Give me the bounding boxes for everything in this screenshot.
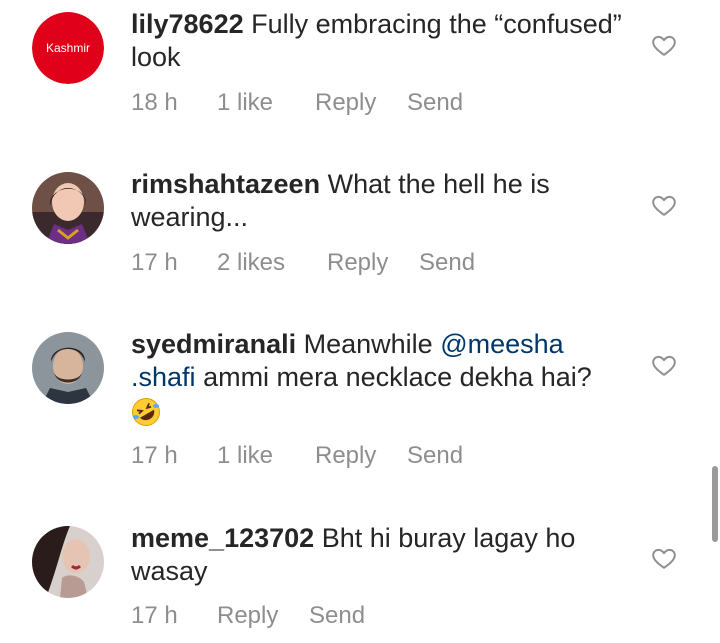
comment-time: 17 h (131, 602, 178, 629)
avatar[interactable] (32, 172, 104, 244)
profile-photo (32, 172, 104, 244)
comment-time: 17 h (131, 249, 178, 276)
scrollbar[interactable] (712, 466, 718, 542)
likes-count-link[interactable]: 1 like (217, 89, 273, 117)
like-heart-icon[interactable] (651, 192, 677, 218)
reply-button[interactable]: Reply (327, 249, 388, 277)
avatar[interactable] (32, 332, 104, 404)
kashmir-logo-avatar: Kashmir (32, 12, 104, 84)
comment-text: lily78622 Fully embracing the “confused”… (131, 8, 631, 74)
comment-time: 17 h (131, 442, 178, 469)
send-button[interactable]: Send (309, 602, 365, 630)
likes-count-link[interactable]: 2 likes (217, 249, 285, 277)
likes-count-link[interactable]: 1 like (217, 442, 273, 470)
like-heart-icon[interactable] (651, 32, 677, 58)
comment-time: 18 h (131, 89, 178, 116)
like-heart-icon[interactable] (651, 352, 677, 378)
avatar-label: Kashmir (46, 41, 90, 55)
comment-username[interactable]: lily78622 (131, 9, 244, 39)
send-button[interactable]: Send (419, 249, 475, 277)
reply-button[interactable]: Reply (315, 442, 376, 470)
avatar[interactable] (32, 526, 104, 598)
comment-text: meme_123702 Bht hi buray lagay ho wasay (131, 522, 631, 588)
send-button[interactable]: Send (407, 89, 463, 117)
comment-body: Meanwhile (303, 329, 433, 359)
comment-username[interactable]: rimshahtazeen (131, 169, 320, 199)
comment-text: syedmiranali Meanwhile @meesha .shafi am… (131, 328, 631, 427)
reply-button[interactable]: Reply (315, 89, 376, 117)
rolling-on-floor-laughing-emoji-icon (131, 397, 161, 427)
profile-photo (32, 526, 104, 598)
comment-body: ammi mera necklace dekha hai? (203, 362, 592, 392)
send-button[interactable]: Send (407, 442, 463, 470)
profile-photo (32, 332, 104, 404)
like-heart-icon[interactable] (651, 545, 677, 571)
comment-username[interactable]: meme_123702 (131, 523, 314, 553)
avatar[interactable]: Kashmir (32, 12, 104, 84)
comment-username[interactable]: syedmiranali (131, 329, 296, 359)
reply-button[interactable]: Reply (217, 602, 278, 630)
comment-text: rimshahtazeen What the hell he is wearin… (131, 168, 631, 234)
